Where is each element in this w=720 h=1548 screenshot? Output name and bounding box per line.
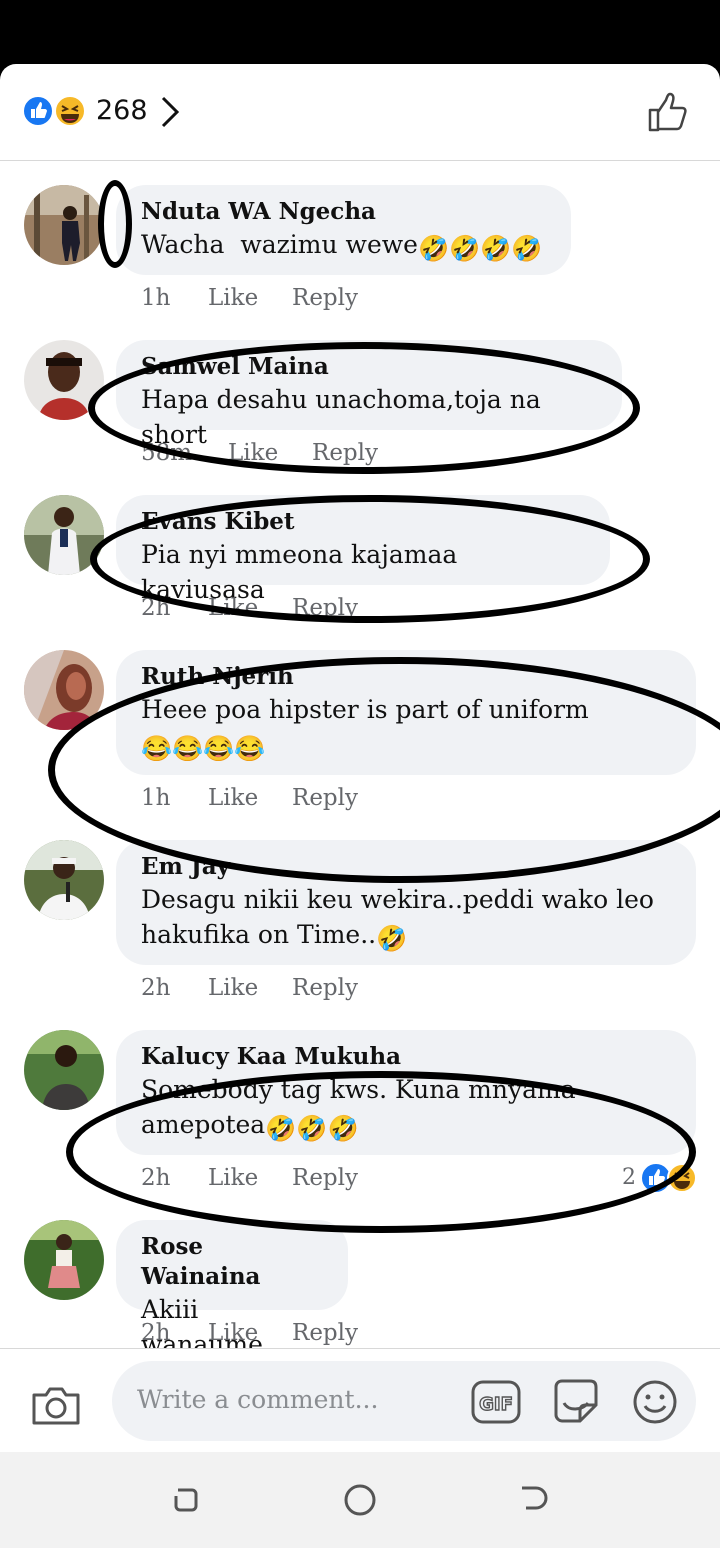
comment-meta: 2h Like Reply	[141, 973, 358, 1003]
comment-text: Wacha wazimu wewe🤣🤣🤣🤣	[141, 227, 547, 266]
comment-text: Heee poa hipster is part of uniform 😂😂😂😂	[141, 692, 672, 766]
comment-meta: 2h Like Reply	[141, 1163, 358, 1193]
comment-reaction-icons	[640, 1162, 697, 1194]
like-icon	[640, 1162, 672, 1194]
comment-meta: 2h Like Reply	[141, 593, 358, 623]
comment-bubble[interactable]: Samwel Maina Hapa desahu unachoma,toja n…	[116, 340, 622, 449]
comments-list: Nduta WA Ngecha Wacha wazimu wewe🤣🤣🤣🤣 1h…	[0, 161, 720, 1349]
reply-link[interactable]: Reply	[312, 438, 378, 468]
joy-emoji: 😂😂😂😂	[141, 734, 266, 763]
comment-reaction-count: 2	[622, 1165, 636, 1190]
like-link[interactable]: Like	[208, 1318, 292, 1348]
commenter-name[interactable]: Kalucy Kaa Mukuha	[141, 1042, 672, 1072]
reply-link[interactable]: Reply	[292, 1318, 358, 1348]
comment-meta: 1h Like Reply	[141, 283, 358, 313]
recent-apps-icon[interactable]	[168, 1482, 204, 1518]
comment-text: Desagu nikii keu wekira..peddi wako leo …	[141, 882, 672, 956]
avatar[interactable]	[24, 840, 104, 920]
commenter-name[interactable]: Samwel Maina	[141, 352, 598, 382]
like-link[interactable]: Like	[208, 783, 292, 813]
reply-link[interactable]: Reply	[292, 593, 358, 623]
reaction-count: 268	[96, 95, 148, 126]
like-link[interactable]: Like	[208, 283, 292, 313]
sticker-icon[interactable]	[552, 1377, 600, 1425]
like-link[interactable]: Like	[208, 973, 292, 1003]
comment-composer: Write a comment... GIF	[0, 1348, 720, 1452]
system-nav-bar	[0, 1452, 720, 1548]
commenter-name[interactable]: Evans Kibet	[141, 507, 586, 537]
comment-reactions[interactable]: 2	[622, 1161, 698, 1195]
home-icon[interactable]	[342, 1482, 378, 1518]
avatar[interactable]	[24, 650, 104, 730]
commenter-name[interactable]: Ruth Njerih	[141, 662, 672, 692]
comment-time: 2h	[141, 1165, 171, 1191]
avatar[interactable]	[24, 340, 104, 420]
commenter-name[interactable]: Rose Wainaina	[141, 1232, 324, 1292]
gif-icon[interactable]: GIF	[470, 1379, 522, 1425]
rofl-emoji: 🤣	[376, 924, 408, 953]
rofl-emoji: 🤣🤣🤣	[265, 1114, 359, 1143]
avatar[interactable]	[24, 1030, 104, 1110]
avatar[interactable]	[24, 1220, 104, 1300]
reply-link[interactable]: Reply	[292, 973, 358, 1003]
chevron-right-icon[interactable]	[158, 94, 182, 130]
like-link[interactable]: Like	[228, 438, 312, 468]
like-icon	[22, 95, 54, 127]
comment-time: 1h	[141, 285, 171, 311]
reactions-header[interactable]: 268	[0, 64, 720, 161]
comment-bubble[interactable]: Evans Kibet Pia nyi mmeona kajamaa kaviu…	[116, 495, 610, 604]
reply-link[interactable]: Reply	[292, 283, 358, 313]
reply-link[interactable]: Reply	[292, 1163, 358, 1193]
comment-time: 2h	[141, 595, 171, 621]
reaction-icons	[22, 95, 86, 127]
rofl-emoji: 🤣🤣🤣🤣	[417, 234, 543, 263]
comments-sheet: 268 Nduta WA Ngecha Wacha wazimu wewe🤣🤣🤣…	[0, 64, 720, 1452]
svg-text:GIF: GIF	[479, 1394, 513, 1415]
like-link[interactable]: Like	[208, 593, 292, 623]
comment-time: 2h	[141, 975, 171, 1001]
thumbs-up-outline-icon[interactable]	[646, 90, 690, 134]
comment-meta: 2h Like Reply	[141, 1318, 358, 1348]
comment-time: 1h	[141, 785, 171, 811]
haha-icon	[667, 1163, 697, 1193]
comment-text: Somebody tag kws. Kuna mnyama amepotea🤣🤣…	[141, 1072, 672, 1146]
commenter-name[interactable]: Nduta WA Ngecha	[141, 197, 547, 227]
commenter-name[interactable]: Em Jay	[141, 852, 672, 882]
back-icon[interactable]	[516, 1482, 552, 1518]
comment-input[interactable]: Write a comment... GIF	[112, 1361, 696, 1441]
avatar[interactable]	[24, 495, 104, 575]
comment-placeholder: Write a comment...	[137, 1385, 379, 1414]
comment-bubble[interactable]: Kalucy Kaa Mukuha Somebody tag kws. Kuna…	[116, 1030, 696, 1155]
comment-bubble[interactable]: Em Jay Desagu nikii keu wekira..peddi wa…	[116, 840, 696, 965]
avatar[interactable]	[24, 185, 104, 265]
camera-icon[interactable]	[30, 1383, 82, 1427]
haha-icon	[54, 95, 86, 127]
comment-time: 58m	[141, 440, 193, 466]
smiley-icon[interactable]	[632, 1379, 678, 1425]
reply-link[interactable]: Reply	[292, 783, 358, 813]
comment-meta: 1h Like Reply	[141, 783, 358, 813]
comment-bubble[interactable]: Ruth Njerih Heee poa hipster is part of …	[116, 650, 696, 775]
comment-bubble[interactable]: Nduta WA Ngecha Wacha wazimu wewe🤣🤣🤣🤣	[116, 185, 571, 275]
like-link[interactable]: Like	[208, 1163, 292, 1193]
comment-meta: 58m Like Reply	[141, 438, 378, 468]
comment-time: 2h	[141, 1320, 171, 1346]
comment-bubble[interactable]: Rose Wainaina Akiii wanaume	[116, 1220, 348, 1349]
